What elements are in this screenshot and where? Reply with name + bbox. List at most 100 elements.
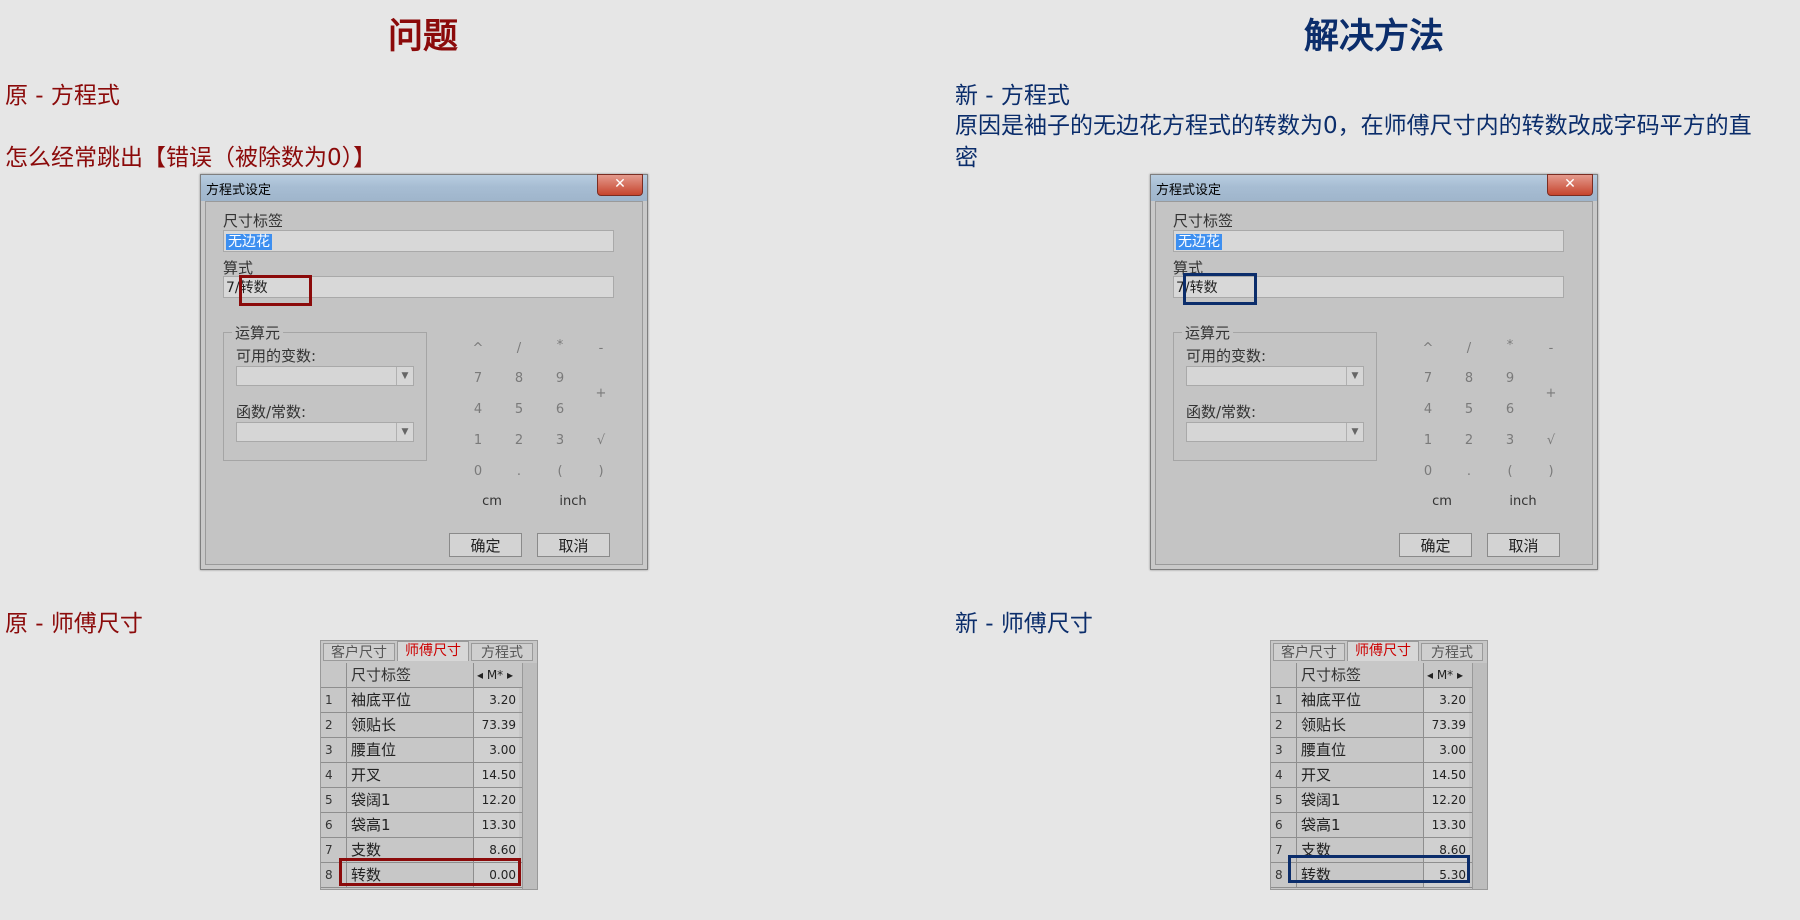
table-row[interactable]: 3 腰直位 3.00 (1271, 738, 1487, 763)
unit-inch-button[interactable]: inch (553, 494, 593, 509)
operands-group: 运算元 可用的变数: ▼ 函数/常数: ▼ (223, 322, 427, 461)
tab-customer-size[interactable]: 客户尺寸 (323, 643, 395, 661)
table-row[interactable]: 1 袖底平位 3.20 (1271, 688, 1487, 713)
key-plus[interactable]: + (1539, 386, 1563, 401)
table-tabs: 客户尺寸 师傅尺寸 方程式 (1271, 641, 1487, 661)
table-row[interactable]: 1 袖底平位 3.20 (321, 688, 537, 713)
tab-master-size[interactable]: 师傅尺寸 (397, 641, 469, 661)
unit-cm-button[interactable]: cm (472, 494, 512, 509)
key-5[interactable]: 5 (507, 402, 531, 417)
table-row[interactable]: 4 开叉 14.50 (1271, 763, 1487, 788)
key-3[interactable]: 3 (1498, 433, 1522, 448)
key-8[interactable]: 8 (1457, 371, 1481, 386)
key-divide[interactable]: / (507, 341, 531, 356)
variables-dropdown[interactable]: ▼ (236, 366, 414, 386)
key-4[interactable]: 4 (466, 402, 490, 417)
key-open-paren[interactable]: ( (1498, 464, 1522, 479)
table-row[interactable]: 6 袋高1 13.30 (1271, 813, 1487, 838)
key-multiply[interactable]: * (548, 338, 572, 353)
tab-formula[interactable]: 方程式 (471, 643, 533, 661)
size-label-input[interactable]: 无边花 (1173, 230, 1564, 252)
key-minus[interactable]: - (1539, 341, 1563, 356)
key-sqrt[interactable]: √ (1539, 433, 1563, 448)
column-header-label: 尺寸标签 (351, 666, 412, 684)
key-1[interactable]: 1 (1416, 433, 1440, 448)
key-1[interactable]: 1 (466, 433, 490, 448)
variables-dropdown[interactable]: ▼ (1186, 366, 1364, 386)
dialog-title: 方程式设定 (1156, 183, 1222, 198)
formula-var-highlight (1183, 273, 1257, 305)
close-button[interactable]: ✕ (1547, 174, 1593, 196)
key-close-paren[interactable]: ) (589, 464, 613, 479)
table-scrollbar[interactable] (522, 663, 537, 889)
key-sqrt[interactable]: √ (589, 433, 613, 448)
unit-inch-button[interactable]: inch (1503, 494, 1543, 509)
table-scrollbar[interactable] (1472, 663, 1487, 889)
close-button[interactable]: ✕ (597, 174, 643, 196)
key-2[interactable]: 2 (1457, 433, 1481, 448)
key-dot[interactable]: . (1457, 464, 1481, 479)
table-row[interactable]: 2 领贴长 73.39 (321, 713, 537, 738)
key-3[interactable]: 3 (548, 433, 572, 448)
new-master-size-caption: 新 - 师傅尺寸 (955, 611, 1093, 637)
key-power[interactable]: ^ (1416, 341, 1440, 356)
functions-caption: 函数/常数: (1186, 403, 1257, 421)
key-dot[interactable]: . (507, 464, 531, 479)
key-6[interactable]: 6 (548, 402, 572, 417)
turns-row-highlight (1288, 855, 1470, 883)
key-7[interactable]: 7 (1416, 371, 1440, 386)
table-row[interactable]: 3 腰直位 3.00 (321, 738, 537, 763)
table-row[interactable]: 2 领贴长 73.39 (1271, 713, 1487, 738)
turns-row-highlight (339, 858, 521, 886)
key-plus[interactable]: + (589, 386, 613, 401)
key-multiply[interactable]: * (1498, 338, 1522, 353)
operands-legend: 运算元 (1182, 322, 1234, 343)
new-formula-caption: 新 - 方程式 (955, 83, 1070, 109)
functions-dropdown[interactable]: ▼ (1186, 422, 1364, 442)
ok-button[interactable]: 确定 (1399, 533, 1472, 557)
column-header-unit[interactable]: ◂ M* ▸ (473, 663, 519, 687)
column-header-unit[interactable]: ◂ M* ▸ (1423, 663, 1469, 687)
key-close-paren[interactable]: ) (1539, 464, 1563, 479)
formula-settings-dialog: 方程式设定 ✕ 尺寸标签 无边花 算式 7/转数 运算元 可用的变数: ▼ 函数… (200, 174, 648, 570)
master-size-table: 客户尺寸 师傅尺寸 方程式 尺寸标签 ◂ M* ▸ 1 袖底平位 3.20 2 领贴长… (320, 640, 538, 890)
formula-var-highlight (239, 275, 312, 306)
table-row[interactable]: 5 袋阔1 12.20 (321, 788, 537, 813)
key-open-paren[interactable]: ( (548, 464, 572, 479)
table-row[interactable]: 4 开叉 14.50 (321, 763, 537, 788)
cancel-button[interactable]: 取消 (537, 533, 610, 557)
cancel-button[interactable]: 取消 (1487, 533, 1560, 557)
functions-caption: 函数/常数: (236, 403, 307, 421)
key-9[interactable]: 9 (548, 371, 572, 386)
table-header-row: 尺寸标签 ◂ M* ▸ (321, 663, 537, 688)
chevron-down-icon: ▼ (396, 367, 413, 385)
functions-dropdown[interactable]: ▼ (236, 422, 414, 442)
tab-customer-size[interactable]: 客户尺寸 (1273, 643, 1345, 661)
master-size-table: 客户尺寸 师傅尺寸 方程式 尺寸标签 ◂ M* ▸ 1 袖底平位 3.20 2 领贴长… (1270, 640, 1488, 890)
size-label-value: 无边花 (1176, 234, 1222, 250)
key-0[interactable]: 0 (466, 464, 490, 479)
key-5[interactable]: 5 (1457, 402, 1481, 417)
key-power[interactable]: ^ (466, 341, 490, 356)
dialog-body: 尺寸标签 无边花 算式 7/转数 运算元 可用的变数: ▼ 函数/常数: ▼ ^… (205, 201, 643, 565)
key-9[interactable]: 9 (1498, 371, 1522, 386)
table-row[interactable]: 5 袋阔1 12.20 (1271, 788, 1487, 813)
key-6[interactable]: 6 (1498, 402, 1522, 417)
key-4[interactable]: 4 (1416, 402, 1440, 417)
column-header-label: 尺寸标签 (1301, 666, 1362, 684)
key-7[interactable]: 7 (466, 371, 490, 386)
error-question-caption: 怎么经常跳出【错误（被除数为0）】 (5, 145, 377, 171)
key-2[interactable]: 2 (507, 433, 531, 448)
dialog-titlebar: 方程式设定 (1151, 175, 1597, 201)
formula-settings-dialog: 方程式设定 ✕ 尺寸标签 无边花 算式 7/转数 运算元 可用的变数: ▼ 函数… (1150, 174, 1598, 570)
table-row[interactable]: 6 袋高1 13.30 (321, 813, 537, 838)
ok-button[interactable]: 确定 (449, 533, 522, 557)
unit-cm-button[interactable]: cm (1422, 494, 1462, 509)
tab-formula[interactable]: 方程式 (1421, 643, 1483, 661)
tab-master-size[interactable]: 师傅尺寸 (1347, 641, 1419, 661)
size-label-input[interactable]: 无边花 (223, 230, 614, 252)
key-0[interactable]: 0 (1416, 464, 1440, 479)
key-divide[interactable]: / (1457, 341, 1481, 356)
key-minus[interactable]: - (589, 341, 613, 356)
key-8[interactable]: 8 (507, 371, 531, 386)
